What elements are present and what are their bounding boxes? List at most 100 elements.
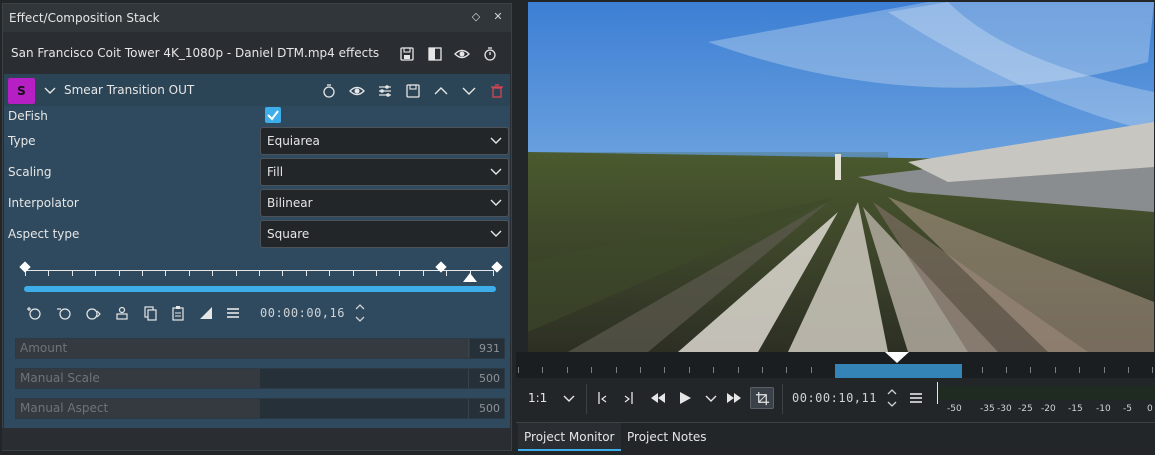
vu-label: -15: [1068, 404, 1083, 414]
ruler-tick: [786, 367, 788, 373]
float-icon[interactable]: ◇: [469, 10, 483, 24]
keyframe-tick: [95, 271, 97, 276]
timecode-spinner-icon[interactable]: [354, 302, 366, 324]
save-stack-icon[interactable]: [399, 46, 415, 62]
chevron-down-icon[interactable]: [703, 390, 719, 406]
add-keyframe-icon[interactable]: [26, 305, 42, 321]
ruler-tick: [1128, 367, 1129, 373]
menu-icon[interactable]: [225, 305, 241, 321]
manual-aspect-slider[interactable]: Manual Aspect 500: [15, 398, 505, 419]
timecode-spinner-icon[interactable]: [886, 387, 898, 409]
check-icon: [267, 110, 279, 121]
rewind-icon[interactable]: [650, 390, 666, 406]
chevron-up-icon[interactable]: [433, 83, 449, 99]
effect-name: Smear Transition OUT: [64, 83, 195, 97]
chevron-down-icon: [490, 199, 502, 206]
effect-header[interactable]: S Smear Transition OUT: [4, 74, 510, 106]
eye-icon[interactable]: [454, 46, 470, 62]
tab-project-monitor[interactable]: Project Monitor: [518, 423, 621, 451]
scaling-select[interactable]: Fill: [260, 158, 509, 186]
close-icon[interactable]: ✕: [491, 10, 505, 24]
vu-label: -50: [947, 404, 962, 414]
dock-title: Effect/Composition Stack: [9, 11, 160, 25]
curve-icon[interactable]: [198, 305, 214, 321]
monitor-playhead[interactable]: [885, 352, 909, 363]
fast-forward-icon[interactable]: [726, 390, 742, 406]
keyframe-timeline[interactable]: [18, 254, 503, 294]
eye-icon[interactable]: [349, 83, 365, 99]
slider-value[interactable]: 500: [468, 399, 504, 418]
manual-scale-slider[interactable]: Manual Scale 500: [15, 368, 505, 389]
tab-project-notes[interactable]: Project Notes: [621, 423, 713, 451]
monitor-ruler[interactable]: [516, 352, 1155, 378]
keyframe-tick: [446, 271, 448, 276]
aspect-type-value: Square: [267, 227, 310, 241]
set-out-point-icon[interactable]: [621, 390, 637, 406]
crop-button[interactable]: [750, 387, 774, 409]
collapse-chevron-icon[interactable]: [44, 85, 56, 97]
compare-icon[interactable]: [427, 46, 443, 62]
keyframe-tick: [329, 271, 331, 276]
ruler-tick: [518, 367, 519, 373]
copy-icon[interactable]: [142, 305, 158, 321]
ruler-tick: [664, 367, 666, 373]
video-monitor[interactable]: [528, 2, 1154, 352]
timer-icon[interactable]: [321, 83, 337, 99]
scaling-label: Scaling: [8, 165, 52, 179]
slider-value[interactable]: 500: [468, 369, 504, 388]
play-icon[interactable]: [677, 390, 693, 406]
monitor-frame-left: [516, 0, 528, 352]
vu-label: -5: [1123, 404, 1132, 414]
keyframe-playhead[interactable]: [463, 273, 477, 282]
monitor-timecode[interactable]: 00:00:10,11: [792, 391, 877, 405]
remove-keyframe-icon[interactable]: [56, 305, 72, 321]
vu-label: -35: [980, 404, 995, 414]
type-select[interactable]: Equiarea: [260, 127, 509, 155]
keyframe-tick: [235, 271, 237, 276]
keyframe-tick: [422, 271, 424, 276]
ruler-tick: [713, 367, 715, 373]
ruler-tick: [688, 367, 690, 373]
ruler-tick: [762, 367, 763, 373]
zone-selection[interactable]: [835, 364, 962, 378]
menu-icon[interactable]: [908, 390, 924, 406]
keyframe-range-bar[interactable]: [24, 286, 496, 292]
chevron-down-icon: [490, 137, 502, 144]
vu-label: -20: [1041, 404, 1056, 414]
ruler-tick: [1054, 367, 1056, 373]
keyframe-tick: [493, 271, 494, 276]
slider-label: Manual Aspect: [20, 401, 109, 415]
keyframe-tick: [305, 271, 307, 276]
zoom-level[interactable]: 1:1: [528, 391, 547, 405]
chevron-down-icon: [490, 168, 502, 175]
app-root: Effect/Composition Stack ◇ ✕ San Francis…: [0, 0, 1155, 455]
keyframe-timecode[interactable]: 00:00:00,16: [260, 306, 345, 320]
keyframe-tick: [188, 271, 190, 276]
timer-icon[interactable]: [482, 46, 498, 62]
chevron-down-icon[interactable]: [461, 83, 477, 99]
aspect-type-label: Aspect type: [8, 227, 80, 241]
trash-icon[interactable]: [489, 83, 505, 99]
sliders-icon[interactable]: [377, 83, 393, 99]
effect-stack-dock: Effect/Composition Stack ◇ ✕ San Francis…: [2, 3, 512, 451]
vu-label: 0: [1147, 404, 1153, 414]
clip-effects-row: San Francisco Coit Tower 4K_1080p - Dani…: [3, 34, 511, 72]
aspect-type-select[interactable]: Square: [260, 220, 509, 248]
transport-bar: 1:1 00:00:10,11 -50 -35 -30 -25 -20 -15 …: [516, 378, 1155, 420]
dock-bottom-strip: [2, 428, 510, 450]
slider-value[interactable]: 931: [468, 339, 504, 358]
paste-icon[interactable]: [170, 305, 186, 321]
set-in-point-icon[interactable]: [594, 390, 610, 406]
save-icon[interactable]: [405, 83, 421, 99]
chevron-down-icon[interactable]: [561, 390, 577, 406]
reset-icon[interactable]: [114, 305, 130, 321]
interpolator-select[interactable]: Bilinear: [260, 189, 509, 217]
ruler-tick: [640, 367, 641, 373]
keyframe-tick: [212, 271, 214, 276]
vu-label: -30: [997, 404, 1012, 414]
amount-slider[interactable]: Amount 931: [15, 338, 505, 359]
ruler-tick: [542, 367, 544, 373]
effect-badge[interactable]: S: [8, 78, 35, 104]
defish-checkbox[interactable]: [265, 107, 281, 123]
jump-keyframe-icon[interactable]: [85, 305, 101, 321]
